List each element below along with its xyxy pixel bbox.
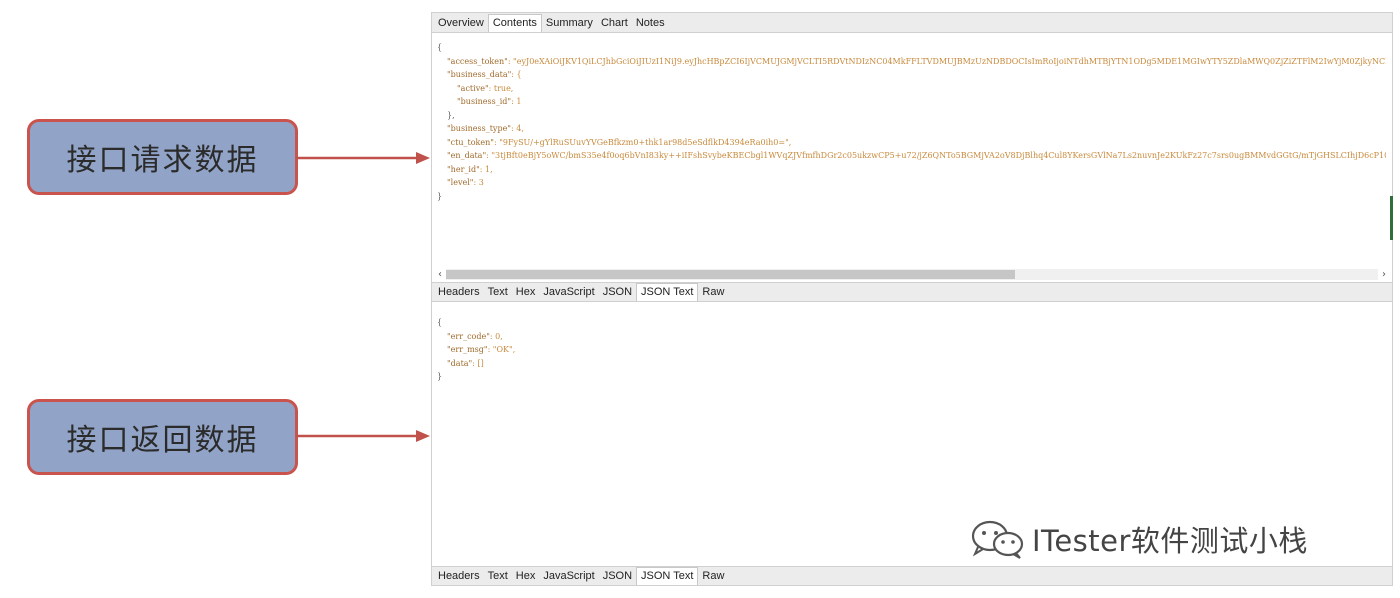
response-bottom-tab-json-text[interactable]: JSON Text <box>636 567 699 585</box>
json-value: } <box>437 191 443 201</box>
json-line: "her_id": 1, <box>437 163 1386 177</box>
json-value: : "3tjBft0eBjY5oWC/bmS35e4f0oq6bVnI83ky+… <box>486 151 1386 160</box>
json-key: "level" <box>447 178 474 187</box>
json-line: "err_code": 0, <box>437 330 515 344</box>
json-line: "access_token": "eyJ0eXAiOiJKV1QiLCJhbGc… <box>437 55 1386 69</box>
json-key: "ctu_token" <box>447 137 494 147</box>
response-tab-text[interactable]: Text <box>484 284 512 301</box>
json-key: "access_token" <box>447 56 508 66</box>
json-value: { <box>437 43 443 52</box>
watermark-text: ITester软件测试小栈 <box>1032 524 1308 558</box>
vertical-scroll-marker[interactable] <box>1390 196 1393 240</box>
request-data-callout: 接口请求数据 <box>27 119 298 195</box>
json-value: : 1 <box>511 97 522 106</box>
response-arrow-icon <box>296 430 430 442</box>
json-line: "err_msg": "OK", <box>437 343 515 357</box>
json-line: { <box>437 41 1386 55</box>
response-tab-raw[interactable]: Raw <box>698 284 728 301</box>
request-tab-contents[interactable]: Contents <box>487 14 542 32</box>
request-tab-bar: Overview Contents Summary Chart Notes <box>432 13 1392 33</box>
json-value: : true, <box>488 83 514 93</box>
json-line: }, <box>437 109 1386 123</box>
json-value: : 1, <box>479 164 493 174</box>
response-tab-json-text[interactable]: JSON Text <box>636 283 699 301</box>
json-key: "business_id" <box>457 97 512 106</box>
json-value: : "9FySU/+gYlRuSUuvYVGeBfkzm0+thk1ar98d5… <box>493 137 792 147</box>
json-line: "active": true, <box>437 82 1386 96</box>
json-key: "business_type" <box>447 124 511 133</box>
json-line: "en_data": "3tjBft0eBjY5oWC/bmS35e4f0oq6… <box>437 149 1386 163</box>
json-key: "err_msg" <box>447 345 488 354</box>
json-line: { <box>437 316 515 330</box>
json-value: : 3 <box>473 178 484 187</box>
request-tab-chart[interactable]: Chart <box>597 15 632 32</box>
scrollbar-thumb[interactable] <box>446 270 1015 279</box>
horizontal-scrollbar[interactable]: ‹ › <box>434 268 1390 281</box>
json-line: } <box>437 190 1386 204</box>
response-bottom-tab-headers[interactable]: Headers <box>434 568 484 585</box>
request-tab-overview[interactable]: Overview <box>434 15 488 32</box>
request-data-label: 接口请求数据 <box>66 143 259 178</box>
response-data-label: 接口返回数据 <box>66 423 259 458</box>
json-line: "business_type": 4, <box>437 122 1386 136</box>
json-value: : 4, <box>510 124 524 133</box>
json-line: "level": 3 <box>437 176 1386 190</box>
response-data-callout: 接口返回数据 <box>27 399 298 475</box>
response-bottom-tab-bar: Headers Text Hex JavaScript JSON JSON Text Raw <box>432 566 1392 586</box>
response-bottom-tab-hex[interactable]: Hex <box>512 568 540 585</box>
response-tab-json[interactable]: JSON <box>599 284 636 301</box>
json-value: : { <box>511 70 522 79</box>
json-key: "en_data" <box>447 151 487 160</box>
watermark: ITester软件测试小栈 <box>968 518 1308 560</box>
json-value: : "eyJ0eXAiOiJKV1QiLCJhbGciOiJIUzI1NiJ9.… <box>507 56 1386 66</box>
json-value: } <box>437 372 443 381</box>
json-line: } <box>437 370 515 384</box>
request-tab-summary[interactable]: Summary <box>542 15 597 32</box>
json-line: "business_data": { <box>437 68 1386 82</box>
json-key: "err_code" <box>447 331 490 341</box>
response-bottom-tab-json[interactable]: JSON <box>599 568 636 585</box>
request-tab-notes[interactable]: Notes <box>632 15 669 32</box>
scrollbar-track[interactable] <box>446 269 1378 280</box>
response-bottom-tab-raw[interactable]: Raw <box>698 568 728 585</box>
json-value: : 0, <box>489 331 503 341</box>
response-tab-hex[interactable]: Hex <box>512 284 540 301</box>
json-value: { <box>437 318 443 327</box>
json-value: }, <box>447 110 455 120</box>
json-line: "data": [] <box>437 357 515 371</box>
json-key: "data" <box>447 358 473 368</box>
json-value: : "OK", <box>487 345 516 354</box>
response-body-view[interactable]: {"err_code": 0, "err_msg": "OK", "data": [… <box>437 316 515 384</box>
json-key: "her_id" <box>447 164 480 174</box>
json-value: : [] <box>472 358 484 368</box>
scroll-left-icon[interactable]: ‹ <box>434 269 446 280</box>
wechat-icon <box>971 520 1024 559</box>
json-key: "business_data" <box>447 70 512 79</box>
scroll-right-icon[interactable]: › <box>1378 269 1390 280</box>
json-line: "ctu_token": "9FySU/+gYlRuSUuvYVGeBfkzm0… <box>437 136 1386 150</box>
response-bottom-tab-javascript[interactable]: JavaScript <box>539 568 598 585</box>
inspector-panel: Overview Contents Summary Chart Notes { "acce… <box>431 12 1393 586</box>
response-tab-javascript[interactable]: JavaScript <box>539 284 598 301</box>
json-key: "active" <box>457 83 489 93</box>
request-arrow-icon <box>296 152 430 164</box>
json-line: "business_id": 1 <box>437 95 1386 109</box>
request-body-view[interactable]: { "access_token": "eyJ0eXAiOiJKV1QiLCJhbG… <box>437 41 1386 203</box>
response-tab-headers[interactable]: Headers <box>434 284 484 301</box>
response-tab-bar: Headers Text Hex JavaScript JSON JSON Text Raw <box>432 282 1392 302</box>
response-bottom-tab-text[interactable]: Text <box>484 568 512 585</box>
